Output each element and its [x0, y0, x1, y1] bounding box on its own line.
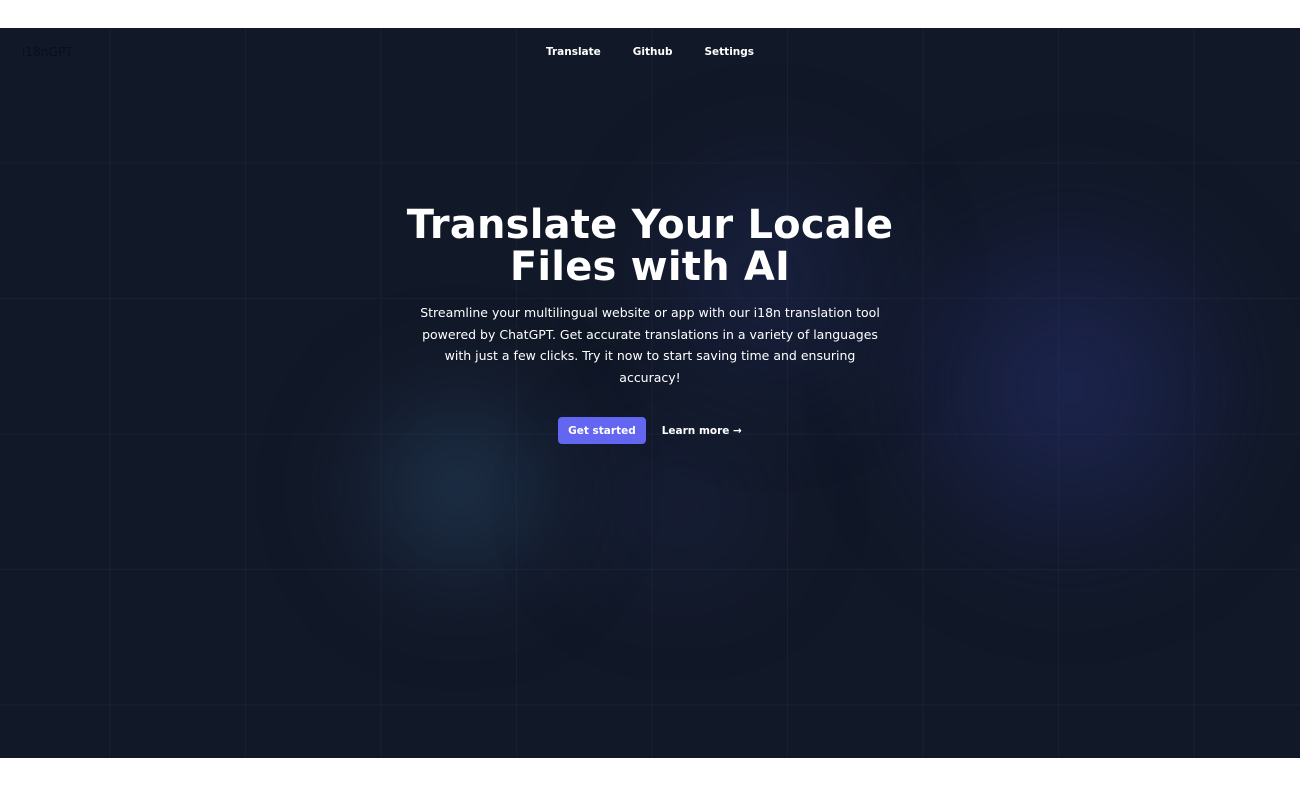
top-nav: Translate Github Settings [0, 46, 1300, 58]
app-frame: i18nGPT Translate Github Settings Transl… [0, 28, 1300, 758]
hero-actions: Get started Learn more → [0, 417, 1300, 445]
get-started-button[interactable]: Get started [558, 417, 646, 445]
hero-title: Translate Your Locale Files with AI [406, 202, 894, 290]
learn-more-link[interactable]: Learn more → [662, 425, 742, 437]
nav-item-settings[interactable]: Settings [704, 46, 754, 58]
nav-item-github[interactable]: Github [633, 46, 673, 58]
nav-item-translate[interactable]: Translate [546, 46, 601, 58]
hero-section: Translate Your Locale Files with AI Stre… [0, 202, 1300, 445]
hero-description: Streamline your multilingual website or … [420, 305, 880, 385]
